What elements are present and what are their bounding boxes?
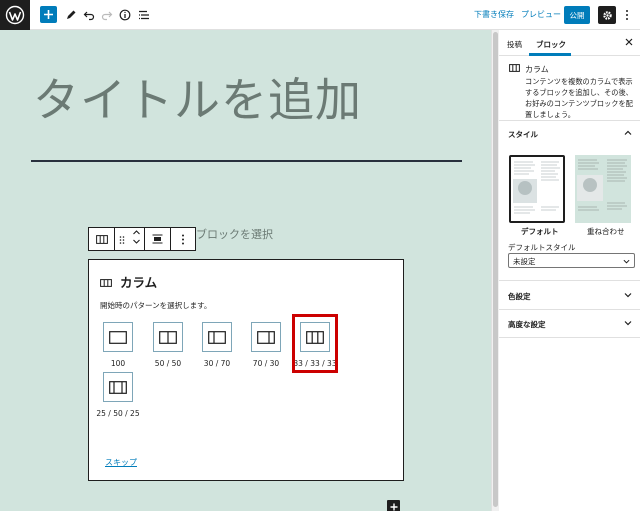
vertical-align-icon[interactable] [145,228,171,250]
divider [499,120,640,121]
placeholder-header: カラム [100,272,157,291]
redo-icon[interactable] [97,5,117,25]
placeholder-title: カラム [120,275,158,290]
columns-70-30-icon[interactable] [251,322,281,352]
list-view-icon[interactable] [134,5,154,25]
block-options-icon[interactable] [171,228,195,250]
style-overlap-label: 重ね合わせ [587,227,625,236]
settings-gear-icon[interactable] [598,6,616,24]
default-style-label: デフォルトスタイル [508,243,576,252]
skip-link[interactable]: スキップ [105,457,137,468]
variation-70-30[interactable]: 70 / 30 [241,322,291,368]
block-card-description: コンテンツを複数のカラムで表示するブロックを追加し、その後、お好みのコンテンツブ… [525,77,633,119]
save-draft-button[interactable]: 下書き保存 [474,9,514,20]
editor-header: 下書き保存 プレビュー 公開 [0,0,640,30]
canvas-scrollbar[interactable] [491,30,499,511]
columns-25-50-25-icon[interactable] [103,372,133,402]
variation-label: 70 / 30 [252,359,280,368]
style-default-preview[interactable] [509,155,565,223]
tab-post[interactable]: 投稿 [507,39,522,50]
wordpress-logo-icon[interactable] [0,0,30,30]
publish-button[interactable]: 公開 [564,6,590,24]
move-up-down-icon[interactable] [132,229,141,249]
style-overlap-preview[interactable] [575,155,631,223]
undo-icon[interactable] [79,5,99,25]
tab-block[interactable]: ブロック [536,39,566,50]
default-style-select[interactable]: 未設定 [508,253,635,268]
more-options-icon[interactable] [622,6,632,24]
chevron-down-icon[interactable] [624,319,632,327]
preview-button[interactable]: プレビュー [521,9,561,20]
style-panel-title[interactable]: スタイル [508,129,538,140]
variation-25-50-25[interactable]: 25 / 50 / 25 [93,372,143,418]
chevron-down-icon[interactable] [624,291,632,299]
highlight-annotation [292,314,338,373]
scrollbar-thumb[interactable] [493,32,498,507]
columns-50-50-icon[interactable] [153,322,183,352]
columns-icon [509,64,520,74]
settings-sidebar: 投稿 ブロック カラム コンテンツを複数のカラムで表示するブロックを追加し、その… [499,30,640,511]
variation-label: 50 / 50 [154,359,182,368]
variation-label: 100 [110,359,126,368]
style-default-label: デフォルト [521,227,559,236]
drag-and-move-group [115,228,145,250]
editor-canvas: タイトルを追加 ブロックを選択 カラム 開始時のパターンを選択します。 100 … [0,30,491,511]
active-tab-indicator [529,53,571,56]
chevron-up-icon[interactable] [624,129,632,137]
variation-50-50[interactable]: 50 / 50 [143,322,193,368]
ghost-block-text: ブロックを選択 [196,228,273,241]
divider [499,309,640,310]
close-icon[interactable] [623,36,635,48]
separator-block[interactable] [31,160,462,162]
default-style-value: 未設定 [513,257,536,266]
divider [499,280,640,281]
variation-label: 25 / 50 / 25 [96,409,140,418]
color-panel-title[interactable]: 色設定 [508,291,531,302]
block-toolbar [88,227,196,251]
columns-icon [100,272,112,291]
edit-pencil-icon[interactable] [61,5,81,25]
chevron-down-icon [623,258,630,265]
sidebar-tabs: 投稿 ブロック [499,30,640,56]
variation-30-70[interactable]: 30 / 70 [192,322,242,368]
placeholder-instructions: 開始時のパターンを選択します。 [100,301,212,310]
divider [499,337,640,338]
info-icon[interactable] [115,5,135,25]
variation-100[interactable]: 100 [93,322,143,368]
drag-handle-icon[interactable] [119,230,125,249]
variation-label: 30 / 70 [203,359,231,368]
block-inserter-plus-icon[interactable] [387,500,400,511]
columns-placeholder: カラム 開始時のパターンを選択します。 100 50 / 50 30 / 70 [88,259,404,481]
advanced-panel-title[interactable]: 高度な設定 [508,319,546,330]
columns-30-70-icon[interactable] [202,322,232,352]
block-type-columns-icon[interactable] [89,228,115,250]
block-card-title: カラム [525,65,549,74]
post-title[interactable]: タイトルを追加 [33,64,362,130]
add-block-icon[interactable] [40,6,57,23]
columns-100-icon[interactable] [103,322,133,352]
